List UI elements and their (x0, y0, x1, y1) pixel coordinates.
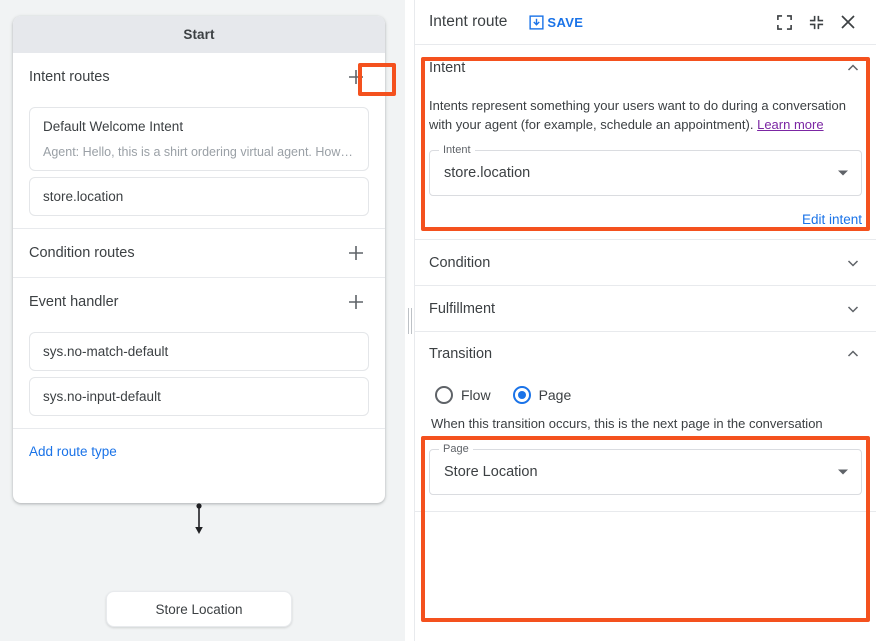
intent-route-item[interactable]: Default Welcome Intent Agent: Hello, thi… (29, 107, 369, 171)
route-title: sys.no-input-default (43, 389, 355, 404)
save-icon (529, 15, 544, 30)
event-handler-item[interactable]: sys.no-match-default (29, 332, 369, 371)
intent-select-label: Intent (439, 144, 475, 156)
intent-routes-title: Intent routes (29, 69, 110, 85)
flow-connector-arrow (192, 503, 206, 537)
panel-body: Intent Intents represent something your … (415, 45, 876, 512)
intent-route-panel: Intent route SAVE (415, 0, 876, 641)
save-button-label: SAVE (547, 15, 583, 30)
event-handler-title: Event handler (29, 294, 118, 310)
condition-section-toggle[interactable] (844, 254, 862, 272)
start-page-node[interactable]: Start Intent routes Default Welcome Inte… (13, 16, 385, 503)
fulfillment-section-title: Fulfillment (429, 301, 495, 317)
route-title: sys.no-match-default (43, 344, 355, 359)
section-fulfillment: Fulfillment (415, 286, 876, 332)
radio-option-flow[interactable]: Flow (435, 386, 491, 404)
close-panel-button[interactable] (834, 8, 862, 36)
transition-section-toggle[interactable] (844, 345, 862, 363)
radio-flow-icon (435, 386, 453, 404)
store-location-node-label: Store Location (155, 602, 242, 617)
intent-section-title: Intent (429, 60, 465, 76)
add-condition-route-button[interactable] (343, 240, 369, 266)
expand-panel-button[interactable] (770, 8, 798, 36)
add-event-handler-button[interactable] (343, 289, 369, 315)
intent-route-item[interactable]: store.location (29, 177, 369, 216)
route-title: Default Welcome Intent (43, 119, 355, 134)
radio-option-page[interactable]: Page (513, 386, 572, 404)
route-subtitle: Agent: Hello, this is a shirt ordering v… (43, 145, 355, 159)
intent-section-header[interactable]: Intent (415, 45, 876, 90)
radio-page-icon (513, 386, 531, 404)
app-screen: Start Intent routes Default Welcome Inte… (0, 0, 876, 641)
edit-intent-link[interactable]: Edit intent (802, 212, 862, 227)
transition-description: When this transition occurs, this is the… (431, 416, 862, 431)
intent-select-value: store.location (444, 165, 530, 181)
expand-icon (776, 14, 793, 31)
condition-section-title: Condition (429, 255, 490, 271)
chevron-down-icon (846, 256, 860, 270)
event-handler-header: Event handler (29, 278, 369, 326)
collapse-icon (808, 14, 825, 31)
section-event-handler: Event handler sys.no-match-default sys.n… (13, 278, 385, 429)
transition-section-header[interactable]: Transition (415, 332, 876, 376)
start-node-header: Start (13, 16, 385, 53)
page-select-label: Page (439, 443, 473, 455)
intent-description: Intents represent something your users w… (429, 96, 862, 134)
section-intent: Intent Intents represent something your … (415, 45, 876, 240)
panel-title: Intent route (429, 13, 507, 31)
fulfillment-section-header[interactable]: Fulfillment (415, 286, 876, 331)
transition-target-type-group: Flow Page (435, 386, 862, 404)
chevron-up-icon (846, 61, 860, 75)
plus-icon (347, 293, 365, 311)
intent-select[interactable]: Intent store.location (429, 150, 862, 196)
section-intent-routes: Intent routes Default Welcome Intent Age… (13, 53, 385, 229)
save-button[interactable]: SAVE (529, 15, 583, 30)
intent-section-content: Intents represent something your users w… (415, 96, 876, 212)
intent-routes-header: Intent routes (29, 53, 369, 101)
route-title: store.location (43, 189, 355, 204)
fulfillment-section-toggle[interactable] (844, 300, 862, 318)
panel-header: Intent route SAVE (415, 0, 876, 45)
section-condition-routes: Condition routes (13, 229, 385, 278)
plus-icon (347, 244, 365, 262)
section-transition: Transition Flow (415, 332, 876, 512)
chevron-down-icon (846, 302, 860, 316)
transition-section-title: Transition (429, 346, 492, 362)
add-route-type-link[interactable]: Add route type (29, 444, 117, 459)
store-location-node[interactable]: Store Location (106, 591, 292, 627)
chevron-down-icon (838, 171, 848, 176)
chevron-up-icon (846, 347, 860, 361)
page-select-value: Store Location (444, 464, 538, 480)
condition-routes-title: Condition routes (29, 245, 135, 261)
learn-more-link[interactable]: Learn more (757, 117, 823, 132)
page-select[interactable]: Page Store Location (429, 449, 862, 495)
plus-icon (347, 68, 365, 86)
transition-section-content: Flow Page When this transition occurs, t… (415, 386, 876, 511)
condition-routes-header: Condition routes (29, 229, 369, 277)
event-handler-item[interactable]: sys.no-input-default (29, 377, 369, 416)
intent-section-toggle[interactable] (844, 59, 862, 77)
add-intent-route-button[interactable] (343, 64, 369, 90)
flow-canvas: Start Intent routes Default Welcome Inte… (0, 0, 405, 641)
start-node-title: Start (183, 27, 214, 42)
edit-intent-row: Edit intent (415, 212, 876, 239)
radio-flow-label: Flow (461, 387, 491, 403)
radio-page-label: Page (539, 387, 572, 403)
collapse-panel-button[interactable] (802, 8, 830, 36)
chevron-down-icon (838, 470, 848, 475)
add-route-type-row: Add route type (13, 429, 385, 461)
section-condition: Condition (415, 240, 876, 286)
close-icon (839, 13, 857, 31)
condition-section-header[interactable]: Condition (415, 240, 876, 285)
panel-resize-handle[interactable] (405, 0, 415, 641)
resize-grip-icon (408, 308, 412, 334)
